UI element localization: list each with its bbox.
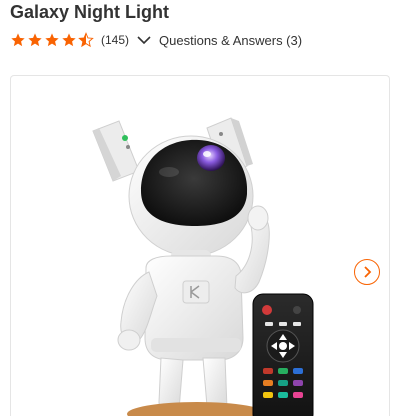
half-star-icon — [78, 32, 94, 48]
rating-row: (145) Questions & Answers (3) — [10, 31, 302, 49]
product-title: Galaxy Night Light — [10, 2, 170, 22]
astronaut-projector-image — [92, 117, 314, 416]
product-image-gallery[interactable] — [10, 75, 390, 416]
star-icon — [62, 33, 76, 47]
questions-answers-link[interactable]: Questions & Answers (3) — [159, 33, 302, 48]
star-icon — [45, 33, 59, 47]
chevron-right-icon — [364, 266, 372, 278]
star-icon — [28, 33, 42, 47]
chevron-down-icon[interactable] — [137, 35, 151, 45]
star-rating[interactable] — [10, 32, 95, 48]
next-image-button[interactable] — [354, 259, 380, 285]
star-icon — [11, 33, 25, 47]
review-count[interactable]: (145) — [101, 33, 129, 47]
